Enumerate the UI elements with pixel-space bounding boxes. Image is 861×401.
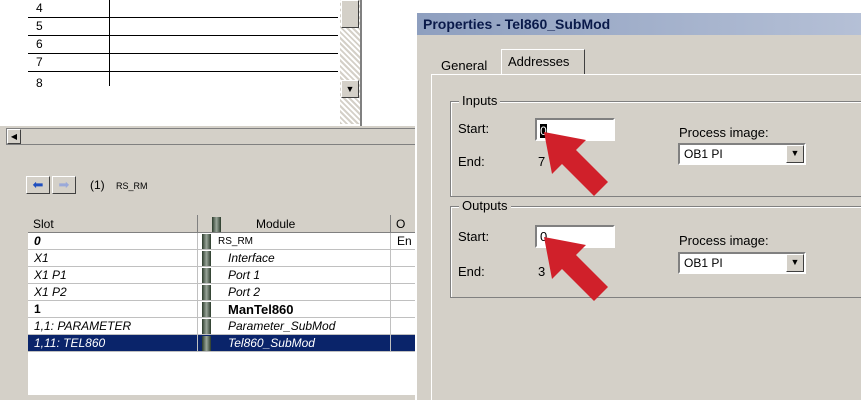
module-icon	[202, 285, 211, 300]
module-cell: Interface	[198, 250, 391, 267]
slot-number: 8	[28, 72, 110, 90]
slot-number: 6	[28, 36, 110, 53]
addresses-panel: Inputs Start: 0 End: 7 Process image: OB…	[431, 74, 861, 401]
slot-cell: 1,11: TEL860	[28, 335, 198, 352]
outputs-process-image-label: Process image:	[679, 233, 769, 248]
outputs-process-image-value: OB1 PI	[684, 256, 723, 270]
slot-number: 7	[28, 54, 110, 71]
table-row[interactable]: X1 Interface	[28, 250, 430, 267]
slot-cell: 0	[28, 233, 198, 250]
table-row[interactable]: X1 P1 Port 1	[28, 267, 430, 284]
scroll-left-icon[interactable]: ◀	[7, 129, 21, 144]
table-row[interactable]: 1,1: PARAMETER Parameter_SubMod	[28, 318, 430, 335]
outputs-legend: Outputs	[459, 198, 511, 213]
slot-cell: X1 P2	[28, 284, 198, 301]
rack-name: RS_RM	[116, 181, 148, 191]
inputs-group: Inputs Start: 0 End: 7 Process image: OB…	[450, 93, 861, 197]
module-cell: Parameter_SubMod	[198, 318, 391, 335]
inputs-legend: Inputs	[459, 93, 501, 108]
module-icon	[202, 302, 211, 317]
red-arrow-icon	[544, 237, 608, 301]
inputs-end-label: End:	[458, 154, 485, 169]
inputs-process-image-select[interactable]: OB1 PI ▼	[678, 143, 806, 165]
slot-number: 4	[28, 0, 110, 17]
rack-number: (1)	[90, 178, 105, 192]
slot-list-row[interactable]: 7	[28, 54, 338, 72]
module-cell: Tel860_SubMod	[198, 335, 391, 352]
back-arrow-icon[interactable]: ⬅	[26, 176, 50, 194]
inputs-process-image-value: OB1 PI	[684, 147, 723, 161]
dialog-titlebar[interactable]: Properties - Tel860_SubMod	[417, 13, 861, 35]
module-icon	[202, 319, 211, 334]
outputs-group: Outputs Start: 0 End: 3 Process image: O…	[450, 198, 861, 298]
slot-list-row[interactable]: 8	[28, 72, 338, 90]
slot-list-scrollbar[interactable]: ▼	[340, 0, 360, 124]
chevron-down-icon[interactable]: ▼	[786, 145, 804, 163]
table-row[interactable]: 1 ManTel860	[28, 301, 430, 318]
scroll-down-icon[interactable]: ▼	[341, 80, 359, 98]
column-header-slot[interactable]: Slot	[28, 215, 198, 233]
table-header: Slot Module O	[28, 215, 430, 233]
rack-navigation: ⬅ ➡	[26, 176, 78, 194]
module-cell: ManTel860	[198, 301, 391, 318]
outputs-process-image-select[interactable]: OB1 PI ▼	[678, 252, 806, 274]
chevron-down-icon[interactable]: ▼	[786, 254, 804, 272]
module-table: Slot Module O 0 RS_RM En X1 Interface X1…	[28, 215, 430, 395]
module-icon	[202, 234, 211, 249]
module-icon	[202, 251, 211, 266]
table-row[interactable]: 0 RS_RM En	[28, 233, 430, 250]
module-icon	[202, 336, 211, 351]
properties-dialog: Properties - Tel860_SubMod General Addre…	[415, 13, 861, 401]
module-cell: Port 1	[198, 267, 391, 284]
forward-arrow-icon[interactable]: ➡	[52, 176, 76, 194]
outputs-start-label: Start:	[458, 229, 490, 244]
slot-cell: X1	[28, 250, 198, 267]
slot-list-row[interactable]: 5	[28, 18, 338, 36]
table-row[interactable]: X1 P2 Port 2	[28, 284, 430, 301]
slot-number: 5	[28, 18, 110, 35]
inputs-start-label: Start:	[458, 121, 490, 136]
module-icon	[212, 217, 221, 232]
slot-cell: 1,1: PARAMETER	[28, 318, 198, 335]
slot-list-row[interactable]: 6	[28, 36, 338, 54]
scroll-thumb[interactable]	[341, 0, 359, 28]
tab-addresses[interactable]: Addresses	[501, 49, 585, 75]
horizontal-scrollbar[interactable]: ◀	[6, 128, 430, 145]
module-cell: Port 2	[198, 284, 391, 301]
outputs-end-label: End:	[458, 264, 485, 279]
slot-list: 4 5 6 7 8 ▼	[28, 0, 362, 128]
slot-cell: X1 P1	[28, 267, 198, 284]
table-row-selected[interactable]: 1,11: TEL860 Tel860_SubMod	[28, 335, 430, 352]
module-cell: RS_RM	[198, 233, 391, 250]
slot-list-row[interactable]: 4	[28, 0, 338, 18]
module-icon	[202, 268, 211, 283]
red-arrow-icon	[544, 132, 608, 196]
slot-cell: 1	[28, 301, 198, 318]
inputs-process-image-label: Process image:	[679, 125, 769, 140]
column-header-module[interactable]: Module	[198, 215, 391, 233]
dialog-title: Properties - Tel860_SubMod	[423, 16, 611, 32]
